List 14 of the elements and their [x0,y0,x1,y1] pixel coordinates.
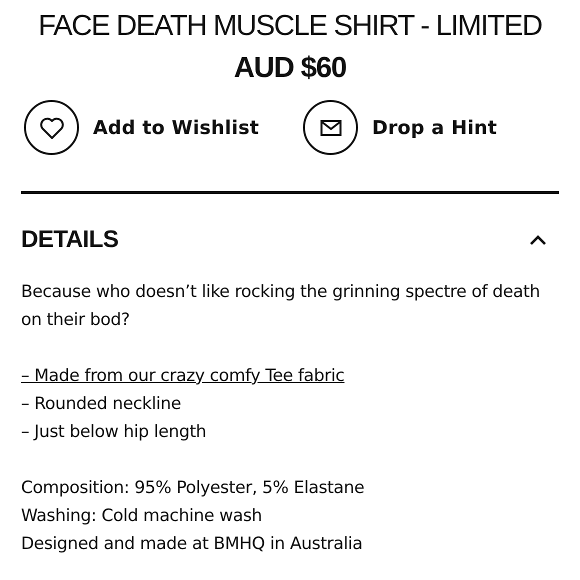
description-text: Washing: Cold machine wash [21,505,263,528]
action-link[interactable]: Drop a Hint [303,100,498,155]
product-title: FACE DEATH MUSCLE SHIRT - LIMITED [37,9,543,44]
description-text: Because who doesn’t like rocking the grinning spectre of death on their bod? [21,281,542,332]
fabric-link[interactable]: – Made from our crazy comfy Tee fabric [21,362,344,390]
envelope-icon [303,100,358,155]
action-link[interactable]: Add to Wishlist [24,100,259,155]
description-text: – Rounded neckline [21,393,182,416]
description-text: Designed and made at BMHQ in Australia [21,533,364,556]
description-text: Composition: 95% Polyester, 5% Elastane [21,477,366,500]
chevron-icon[interactable] [529,234,547,246]
product-price: AUD $60 [232,51,348,86]
description-text: – Just below hip length [21,421,208,444]
section-heading: DETAILS [21,226,118,254]
